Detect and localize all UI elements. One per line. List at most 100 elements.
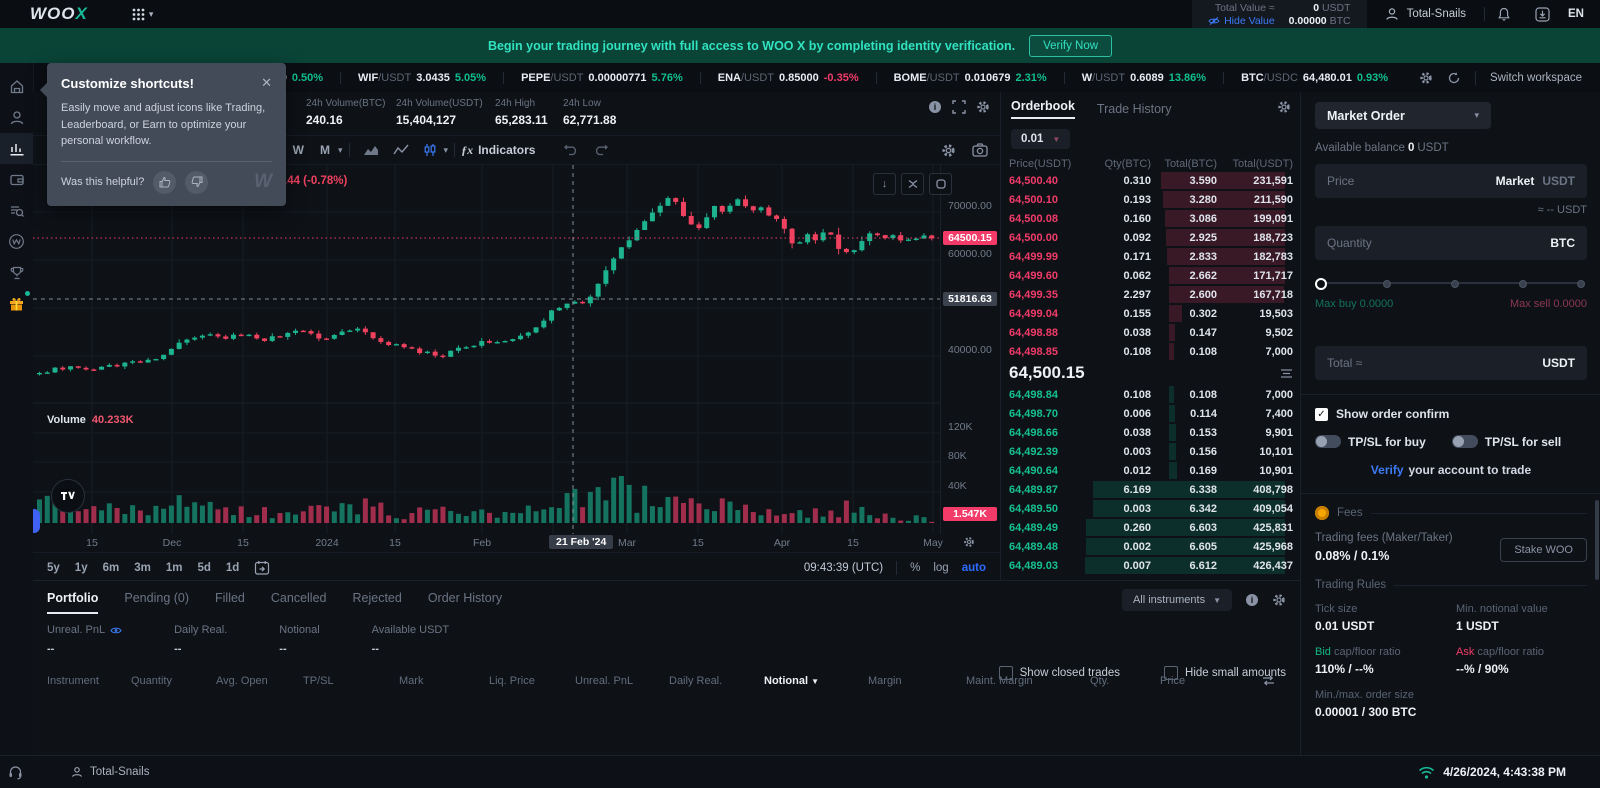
range-button-1m[interactable]: 1m [166,562,183,574]
reset-zoom-button[interactable] [929,173,952,195]
scrollbar-thumb[interactable] [1595,500,1599,580]
sidebar-item-profile[interactable] [0,102,33,133]
tab-cancelled[interactable]: Cancelled [271,591,327,614]
orderbook-bid-row[interactable]: 64,490.640.0120.16910,901 [1001,461,1301,480]
tab-portfolio[interactable]: Portfolio [47,591,98,614]
slider-knob[interactable] [1315,278,1327,290]
sidebar-item-trading[interactable] [0,133,33,164]
orderbook-ask-row[interactable]: 64,500.080.1603.086199,091 [1001,209,1301,228]
sidebar-item-wallet[interactable] [0,164,33,195]
hide-small-amounts-checkbox[interactable]: Hide small amounts [1164,666,1286,680]
line-chart-type-icon[interactable] [386,144,416,156]
collapse-scale-button[interactable] [901,173,924,195]
orderbook-ask-row[interactable]: 64,498.880.0380.1479,502 [1001,323,1301,342]
tradingview-logo[interactable] [51,479,85,513]
orderbook-bid-row[interactable]: 64,498.840.1080.1087,000 [1001,385,1301,404]
price-axis[interactable]: 70000.0060000.0050000.0040000.00120K80K4… [940,165,1001,534]
panel-settings-gear-icon[interactable] [976,100,990,114]
hide-value-button[interactable]: Hide Value [1208,15,1275,27]
tpsl-sell-toggle[interactable]: TP/SL for sell [1452,435,1561,449]
timeframe-1m-button[interactable]: M [312,143,338,157]
chevron-down-icon[interactable]: ▾ [338,145,343,156]
thumbs-up-button[interactable] [153,171,176,194]
switch-workspace-button[interactable]: Switch workspace [1490,72,1582,84]
info-icon[interactable]: i [1245,593,1259,607]
apps-grid-menu[interactable]: ▾ [132,8,154,21]
tab-orderbook[interactable]: Orderbook [1011,95,1075,119]
area-chart-type-icon[interactable] [356,144,386,156]
info-icon[interactable]: i [928,100,942,114]
sidebar-item-woo-token[interactable] [0,226,33,257]
tab-filled[interactable]: Filled [215,591,245,614]
orderbook-ask-row[interactable]: 64,500.000.0922.925188,723 [1001,228,1301,247]
orderbook-bid-row[interactable]: 64,489.500.0036.342409,054 [1001,499,1301,518]
tab-order-history[interactable]: Order History [428,591,502,614]
auto-scale-button[interactable]: auto [962,562,986,574]
ticker-item-btc[interactable]: BTC/USDC64,480.010.93% [1224,72,1405,84]
time-axis[interactable]: 21 Feb '24 15Dec15202415FebMar15Apr15May [33,534,1000,552]
orderbook-ask-row[interactable]: 64,498.850.1080.1087,000 [1001,342,1301,361]
percent-scale-button[interactable]: % [910,562,920,574]
orderbook-bid-row[interactable]: 64,498.700.0060.1147,400 [1001,404,1301,423]
orderbook-ask-row[interactable]: 64,500.100.1933.280211,590 [1001,190,1301,209]
orderbook-ask-row[interactable]: 64,499.352.2972.600167,718 [1001,285,1301,304]
range-button-6m[interactable]: 6m [103,562,120,574]
orderbook-ask-row[interactable]: 64,499.990.1712.833182,783 [1001,247,1301,266]
orderbook-settings-gear-icon[interactable] [1277,100,1291,114]
order-type-dropdown[interactable]: Market Order▾ [1315,102,1491,129]
thumbs-down-button[interactable] [185,171,208,194]
tab-pending-[interactable]: Pending (0) [124,591,189,614]
language-selector[interactable]: EN [1562,8,1600,20]
chart-settings-gear-icon[interactable] [941,143,956,158]
downloads-button[interactable] [1523,7,1562,22]
woo-x-logo[interactable]: WOOX [30,4,88,24]
orderbook-ask-row[interactable]: 64,499.600.0622.662171,717 [1001,266,1301,285]
orderbook-ask-row[interactable]: 64,499.040.1550.30219,503 [1001,304,1301,323]
replay-handle[interactable] [33,509,40,533]
fullscreen-icon[interactable] [952,100,966,114]
refresh-icon[interactable] [1447,71,1461,85]
notifications-button[interactable] [1485,7,1523,22]
orderbook-bid-row[interactable]: 64,489.480.0026.605425,968 [1001,537,1301,556]
col-notional[interactable]: Notional ▼ [764,675,868,687]
verify-now-button[interactable]: Verify Now [1029,35,1112,57]
ticker-item-pepe[interactable]: PEPE/USDT0.000007715.76% [504,72,700,84]
ticker-item-w[interactable]: W/USDT0.608913.86% [1065,72,1223,84]
range-button-1d[interactable]: 1d [226,562,239,574]
account-menu[interactable]: Total-Snails [1367,7,1484,21]
candlestick-chart-type-icon[interactable] [416,143,444,157]
ticker-item-wif[interactable]: WIF/USDT3.04355.05% [341,72,503,84]
tpsl-buy-toggle[interactable]: TP/SL for buy [1315,435,1426,449]
stake-woo-button[interactable]: Stake WOO [1500,538,1587,562]
redo-icon[interactable] [586,144,615,156]
candlestick-chart-canvas[interactable] [33,165,940,534]
range-button-3m[interactable]: 3m [134,562,151,574]
orderbook-bid-row[interactable]: 64,489.030.0076.612426,437 [1001,556,1301,575]
sidebar-item-orders[interactable] [0,195,33,226]
quantity-slider[interactable] [1315,276,1587,290]
tick-size-dropdown[interactable]: 0.01▼ [1011,129,1070,149]
price-field[interactable]: Price MarketUSDT [1315,164,1587,198]
go-to-date-calendar-icon[interactable] [254,560,270,575]
positions-settings-gear-icon[interactable] [1272,593,1286,607]
orderbook-bid-row[interactable]: 64,492.390.0030.15610,101 [1001,442,1301,461]
sidebar-item-rewards[interactable] [0,288,33,319]
statusbar-user[interactable]: Total-Snails [71,766,149,778]
sidebar-item-leaderboard[interactable] [0,257,33,288]
show-closed-trades-checkbox[interactable]: Show closed trades [999,666,1120,680]
timeframe-1w-button[interactable]: W [285,143,312,157]
utc-clock[interactable]: 09:43:39 (UTC) [804,562,883,574]
range-button-5d[interactable]: 5d [197,562,210,574]
log-scale-button[interactable]: log [933,562,948,574]
orderbook-bid-row[interactable]: 64,489.490.2606.603425,831 [1001,518,1301,537]
indicators-button[interactable]: ƒxIndicators [461,143,535,158]
range-button-1y[interactable]: 1y [75,562,88,574]
instrument-filter-dropdown[interactable]: All instruments▼ [1122,589,1232,611]
ticker-item-bome[interactable]: BOME/USDT0.0106792.31% [877,72,1064,84]
quantity-field[interactable]: Quantity BTC [1315,226,1587,260]
total-field[interactable]: Total ≈ USDT [1315,346,1587,380]
axis-settings-icon[interactable] [963,536,975,548]
camera-snapshot-icon[interactable] [972,143,988,157]
ticker-settings-gear-icon[interactable] [1419,71,1433,85]
tab-rejected[interactable]: Rejected [352,591,401,614]
